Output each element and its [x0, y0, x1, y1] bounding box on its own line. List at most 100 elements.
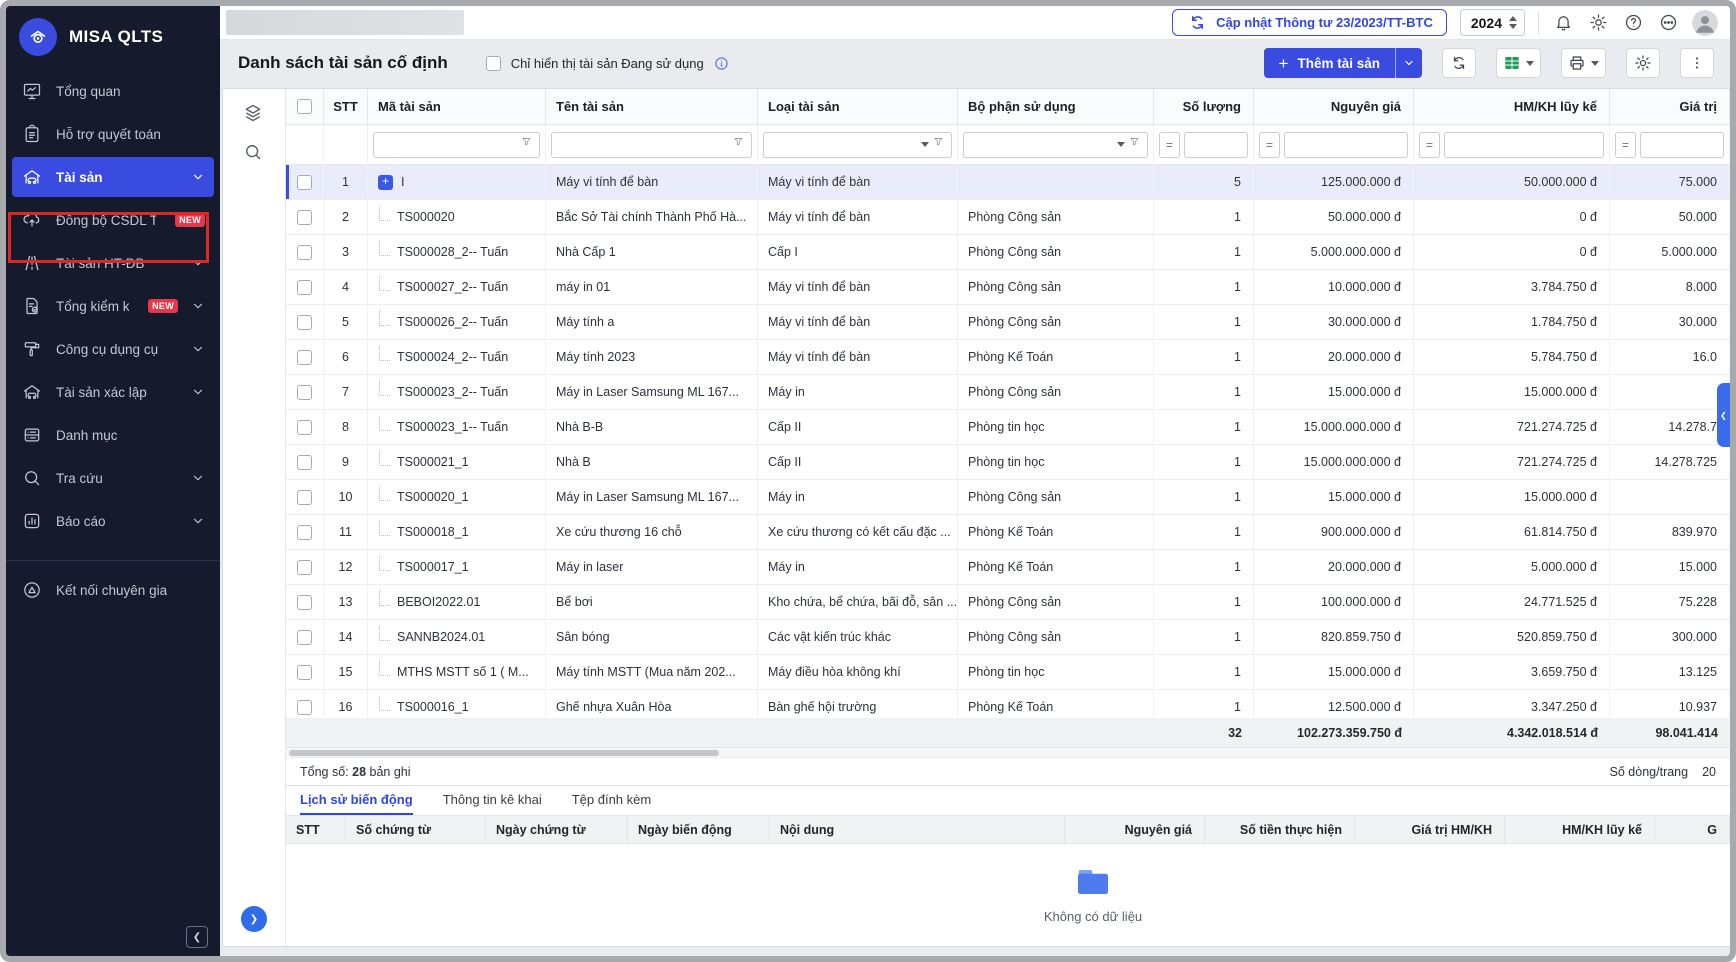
year-stepper[interactable] [1509, 16, 1517, 29]
notifications-bell-icon[interactable] [1552, 12, 1574, 34]
filter-funnel-icon[interactable] [933, 136, 946, 154]
row-checkbox[interactable] [297, 490, 312, 505]
expand-panel-button[interactable]: ❯ [241, 906, 267, 932]
row-checkbox[interactable] [297, 665, 312, 680]
table-row[interactable]: 7TS000023_2-- TuấnMáy in Laser Samsung M… [286, 375, 1730, 410]
page-size-control[interactable]: Số dòng/trang20 [1610, 765, 1716, 779]
detail-header-cell-amount[interactable]: Số tiền thực hiện [1205, 816, 1355, 843]
search-icon[interactable] [243, 142, 265, 164]
detail-header-cell-cost[interactable]: Nguyên giá [1065, 816, 1205, 843]
table-row[interactable]: 16TS000016_1Ghế nhựa Xuân HòaBàn ghế hội… [286, 690, 1730, 718]
sidebar-item-danh-muc[interactable]: Danh mục [12, 415, 214, 455]
header-cell-type[interactable]: Loại tài sản [758, 89, 958, 124]
table-row[interactable]: 9TS000021_1Nhà BCấp IIPhòng tin học115.0… [286, 445, 1730, 480]
header-cell-remain[interactable]: Giá trị [1610, 89, 1730, 124]
header-cell-stt[interactable]: STT [324, 89, 368, 124]
sidebar-item-tong-quan[interactable]: Tổng quan [12, 71, 214, 111]
table-row[interactable]: 13BEBOI2022.01Bể bơiKho chứa, bể chứa, b… [286, 585, 1730, 620]
row-checkbox[interactable] [297, 630, 312, 645]
row-checkbox[interactable] [297, 245, 312, 260]
add-asset-dropdown[interactable] [1395, 48, 1422, 78]
filter-operator-accum[interactable]: = [1419, 132, 1440, 158]
filter-input-code[interactable] [379, 133, 517, 157]
filter-input-cost[interactable] [1290, 133, 1402, 157]
row-checkbox[interactable] [297, 595, 312, 610]
sidebar-item-tai-san-ht-db[interactable]: Tài sản HT-ĐB [12, 243, 214, 283]
filter-input-remain[interactable] [1646, 133, 1718, 157]
export-excel-button[interactable] [1496, 48, 1541, 78]
header-cell-name[interactable]: Tên tài sản [546, 89, 758, 124]
row-checkbox[interactable] [297, 350, 312, 365]
more-options-icon[interactable] [1657, 12, 1679, 34]
row-checkbox[interactable] [297, 280, 312, 295]
filter-input-accum[interactable] [1450, 133, 1598, 157]
header-cell-accum[interactable]: HM/KH lũy kế [1414, 89, 1610, 124]
header-cell-qty[interactable]: Số lượng [1154, 89, 1254, 124]
sidebar-item-tai-san-xac-lap[interactable]: Tài sản xác lập [12, 372, 214, 412]
table-row[interactable]: 8TS000023_1-- TuấnNhà B-BCấp IIPhòng tin… [286, 410, 1730, 445]
add-asset-button[interactable]: +Thêm tài sản [1264, 48, 1422, 78]
tab-history[interactable]: Lịch sử biến động [300, 786, 413, 815]
filter-input-name[interactable] [557, 133, 729, 157]
update-circular-button[interactable]: Cập nhật Thông tư 23/2023/TT-BTC [1172, 9, 1447, 36]
layers-icon[interactable] [243, 103, 265, 125]
sidebar-item-bao-cao[interactable]: Báo cáo [12, 501, 214, 541]
row-checkbox[interactable] [297, 455, 312, 470]
filter-funnel-icon[interactable] [1129, 136, 1142, 154]
step-down-icon[interactable] [1509, 24, 1517, 29]
table-row[interactable]: 1+IMáy vi tính để bànMáy vi tính để bàn5… [286, 165, 1730, 200]
table-row[interactable]: 2TS000020Bắc Sở Tài chính Thành Phố Hà..… [286, 200, 1730, 235]
header-cell-select[interactable] [286, 89, 324, 124]
sidebar-collapse-button[interactable]: ❮ [186, 926, 208, 948]
more-actions-button[interactable] [1680, 48, 1714, 78]
refresh-button[interactable] [1442, 48, 1476, 78]
row-checkbox[interactable] [297, 385, 312, 400]
detail-header-cell-doc_no[interactable]: Số chứng từ [346, 816, 486, 843]
row-checkbox[interactable] [297, 175, 312, 190]
row-checkbox[interactable] [297, 560, 312, 575]
detail-header-cell-hmkh_value[interactable]: Giá trị HM/KH [1355, 816, 1505, 843]
filter-operator-cost[interactable]: = [1259, 132, 1280, 158]
year-selector[interactable]: 2024 [1460, 9, 1525, 36]
settings-gear-icon[interactable] [1587, 12, 1609, 34]
sidebar-item-ket-noi-chuyen-gia[interactable]: Kết nối chuyên gia [12, 570, 214, 610]
detail-header-cell-hmkh_accum[interactable]: HM/KH lũy kế [1505, 816, 1655, 843]
table-row[interactable]: 12TS000017_1Máy in laserMáy inPhòng Kế T… [286, 550, 1730, 585]
row-checkbox[interactable] [297, 420, 312, 435]
detail-header-cell-doc_date[interactable]: Ngày chứng từ [486, 816, 628, 843]
info-icon[interactable] [714, 56, 729, 71]
header-cell-cost[interactable]: Nguyên giá [1254, 89, 1414, 124]
table-row[interactable]: 15MTHS MSTT số 1 ( M...Máy tính MSTT (Mu… [286, 655, 1730, 690]
table-row[interactable]: 5TS000026_2-- TuấnMáy tính aMáy vi tính … [286, 305, 1730, 340]
detail-header-cell-stt[interactable]: STT [286, 816, 346, 843]
sidebar-item-tra-cuu[interactable]: Tra cứu [12, 458, 214, 498]
sidebar-item-tong-kiem-ke[interactable]: Tổng kiểm kêNEW [12, 286, 214, 326]
sidebar-item-tai-san[interactable]: Tài sản [12, 157, 214, 197]
help-icon[interactable] [1622, 12, 1644, 34]
right-panel-toggle[interactable]: ❮ [1717, 383, 1730, 447]
tab-attachments[interactable]: Tệp đính kèm [572, 786, 652, 815]
filter-operator-remain[interactable]: = [1615, 132, 1636, 158]
row-checkbox[interactable] [297, 210, 312, 225]
tab-declaration[interactable]: Thông tin kê khai [443, 786, 542, 815]
sidebar-item-dong-bo-csdl-tsc[interactable]: Đồng bộ CSDL TSCNEW [12, 200, 214, 240]
detail-header-cell-change_date[interactable]: Ngày biến động [628, 816, 770, 843]
page-size-value[interactable]: 20 [1702, 765, 1716, 779]
horizontal-scrollbar[interactable] [286, 748, 1730, 758]
user-avatar[interactable] [1692, 10, 1718, 36]
header-cell-dept[interactable]: Bộ phận sử dụng [958, 89, 1154, 124]
table-row[interactable]: 6TS000024_2-- TuấnMáy tính 2023Máy vi tí… [286, 340, 1730, 375]
table-row[interactable]: 11TS000018_1Xe cứu thương 16 chỗXe cứu t… [286, 515, 1730, 550]
row-checkbox[interactable] [297, 700, 312, 715]
expand-row-icon[interactable]: + [378, 175, 393, 190]
filter-input-type[interactable] [769, 133, 917, 157]
filter-input-qty[interactable] [1190, 133, 1242, 157]
row-checkbox[interactable] [297, 315, 312, 330]
table-row[interactable]: 3TS000028_2-- TuấnNhà Cấp 1Cấp IPhòng Cô… [286, 235, 1730, 270]
horizontal-scrollbar-thumb[interactable] [289, 750, 719, 756]
filter-funnel-icon[interactable] [733, 136, 746, 154]
table-row[interactable]: 14SANNB2024.01Sân bóngCác vật kiến trúc … [286, 620, 1730, 655]
step-up-icon[interactable] [1509, 16, 1517, 21]
chevron-down-icon[interactable] [1117, 142, 1125, 147]
table-settings-button[interactable] [1626, 48, 1660, 78]
